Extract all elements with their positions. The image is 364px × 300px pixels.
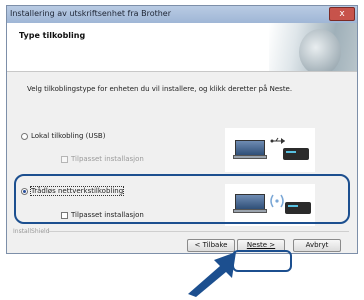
page-title: Type tilkobling	[19, 31, 86, 40]
pointer-arrow-icon	[188, 252, 236, 297]
header-divider	[7, 71, 357, 72]
close-icon: x	[339, 9, 345, 19]
installshield-label: InstallShield	[13, 228, 50, 235]
usb-custom-install-label: Tilpasset installasjon	[71, 155, 144, 163]
next-button-highlight	[232, 250, 292, 272]
usb-illustration	[225, 128, 315, 172]
laptop-base	[233, 155, 267, 159]
back-button-label: < Tilbake	[194, 241, 228, 249]
usb-icon	[270, 137, 285, 144]
window-title: Installering av utskriftsenhet fra Broth…	[10, 9, 172, 18]
footer-divider	[49, 231, 349, 232]
instruction-text: Velg tilkoblingstype for enheten du vil …	[27, 85, 293, 93]
close-button[interactable]: x	[329, 7, 355, 21]
cancel-button[interactable]: Avbryt	[293, 239, 341, 252]
usb-custom-install-checkbox[interactable]	[61, 156, 68, 163]
title-bar: Installering av utskriftsenhet fra Broth…	[7, 6, 357, 23]
header-banner-image	[269, 23, 357, 71]
usb-connection-label[interactable]: Lokal tilkobling (USB)	[31, 132, 105, 140]
cancel-button-label: Avbryt	[305, 241, 329, 249]
next-button-label: Neste >	[246, 241, 276, 249]
dialog-header: Type tilkobling	[7, 23, 357, 71]
wireless-option-highlight	[14, 174, 350, 224]
laptop-icon	[235, 140, 265, 156]
printer-icon	[283, 148, 309, 160]
usb-connection-radio[interactable]	[21, 133, 28, 140]
